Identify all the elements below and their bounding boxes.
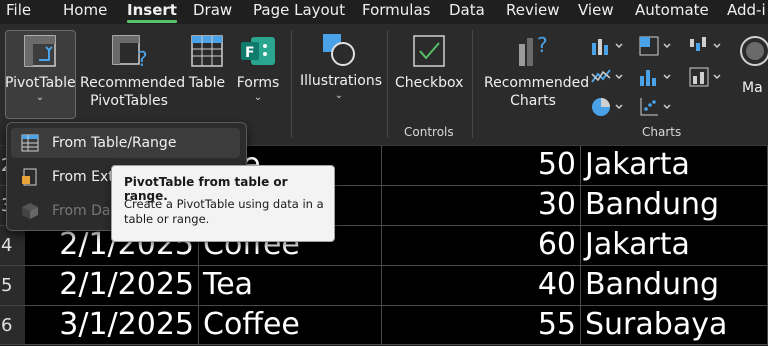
ribbon-separator [291,30,292,138]
scatter-chart-icon[interactable] [638,96,674,118]
cell-amount[interactable]: 50 [382,146,581,186]
recommended-charts-label-1: Recommended [484,75,590,91]
illustrations-button[interactable]: Illustrations ⌄ [300,32,383,102]
illustrations-icon [323,34,355,66]
recommended-pivottables-label-2: PivotTables [90,93,168,109]
checkbox-icon [413,35,445,67]
maps-label: Ma [742,80,763,96]
recommended-pivottables-label-1: Recommended [80,75,186,91]
tab-data[interactable]: Data [449,0,485,22]
recommended-pivottables-button[interactable]: ? Recommended PivotTables [80,34,186,110]
forms-label: Forms [236,75,280,91]
row-header[interactable]: 5 [0,266,25,306]
chevron-down-icon: ⌄ [334,90,344,101]
checkbox-label: Checkbox [395,75,464,91]
cell-amount[interactable]: 30 [382,186,581,226]
combo-chart-icon[interactable] [688,66,724,88]
cell-city[interactable]: Bandung [581,266,768,306]
tab-file[interactable]: File [6,0,31,22]
cell-amount[interactable]: 60 [382,226,581,266]
tab-draw[interactable]: Draw [193,0,232,22]
tab-formulas[interactable]: Formulas [362,0,430,22]
hierarchy-chart-icon[interactable] [638,35,674,57]
data-model-icon [22,203,38,219]
statistic-chart-icon[interactable] [638,66,674,88]
table-button[interactable]: Table [186,34,228,92]
illustrations-label: Illustrations [300,73,383,89]
cell-product[interactable]: Tea [199,266,382,306]
external-source-icon [22,168,37,186]
pie-chart-icon[interactable] [590,96,626,118]
forms-button[interactable]: F Forms ⌄ [236,34,280,104]
cell-city[interactable]: Bandung [581,186,768,226]
cell-product[interactable]: Coffee [199,306,382,345]
svg-text:?: ? [537,34,548,57]
cell-date[interactable]: 2/1/2025 [25,266,199,306]
row-header[interactable]: 6 [0,306,25,345]
pivottable-button[interactable]: PivotTable ⌄ [5,34,76,104]
tooltip-body: Create a PivotTable using data in a tabl… [124,197,324,226]
chevron-down-icon: ⌄ [253,92,263,103]
chevron-down-icon: ⌄ [35,92,45,103]
tab-page-layout[interactable]: Page Layout [253,0,345,22]
menu-item-label: From Dat [52,203,116,219]
cell-amount[interactable]: 55 [382,306,581,345]
svg-text:F: F [245,45,255,61]
cell-city[interactable]: Jakarta [581,226,768,266]
recommended-pivottables-icon: ? [112,35,148,68]
menu-bar: File Home Insert Draw Page Layout Formul… [0,0,768,24]
tooltip: PivotTable from table or range. Create a… [111,165,335,242]
cell-city[interactable]: Surabaya [581,306,768,345]
menu-item-label: From Table/Range [52,135,177,151]
cell-city[interactable]: Jakarta [581,146,768,186]
waterfall-chart-icon[interactable] [688,35,724,57]
maps-button[interactable]: Ma [738,34,768,97]
tab-home[interactable]: Home [63,0,107,22]
charts-group-label: Charts [642,125,682,139]
column-chart-icon[interactable] [590,35,626,57]
globe-icon [740,36,768,66]
pivottable-label: PivotTable [5,75,76,91]
controls-group-label: Controls [404,125,454,139]
tab-insert[interactable]: Insert [127,0,177,23]
recommended-charts-label-2: Charts [510,93,556,109]
table-icon [21,134,39,152]
recommended-charts-button[interactable]: ? Recommended Charts [484,34,590,110]
cell-amount[interactable]: 40 [382,266,581,306]
pivottable-icon [24,35,56,67]
tab-add-ins[interactable]: Add-i [727,0,766,22]
tab-view[interactable]: View [578,0,614,22]
svg-text:?: ? [137,47,148,68]
line-chart-icon[interactable] [590,66,626,88]
forms-icon: F [241,37,275,65]
tab-automate[interactable]: Automate [635,0,709,22]
row-header[interactable]: 4 [0,226,25,266]
cell-date[interactable]: 3/1/2025 [25,306,199,345]
ribbon-separator [472,30,473,138]
recommended-charts-icon: ? [519,34,548,66]
menu-item-from-table-range[interactable]: From Table/Range [11,128,240,158]
table-label: Table [188,75,226,91]
table-icon [191,35,223,67]
checkbox-button[interactable]: Checkbox [395,34,463,92]
tab-review[interactable]: Review [506,0,560,22]
ribbon-separator [387,30,388,138]
